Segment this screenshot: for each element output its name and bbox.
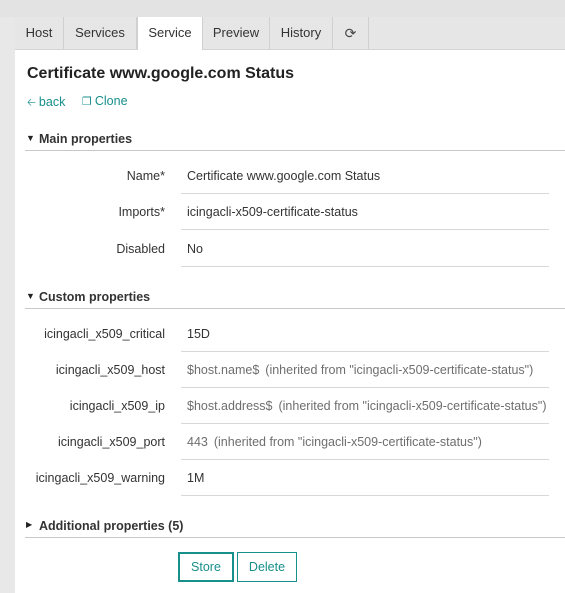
section-main-properties[interactable]: ▼ Main properties <box>25 130 565 151</box>
form-row-x509-critical: icingacli_x509_critical 15D <box>15 317 565 353</box>
clone-link[interactable]: ❐ Clone <box>82 94 128 108</box>
imports-field[interactable]: icingacli-x509-certificate-status <box>181 195 549 230</box>
field-label: icingacli_x509_ip <box>69 399 165 413</box>
tab-preview[interactable]: Preview <box>203 17 270 49</box>
field-label: Imports* <box>118 205 165 219</box>
x509-warning-field[interactable]: 1M <box>181 461 549 496</box>
arrow-left-icon: 🡠 <box>27 97 36 109</box>
tab-service[interactable]: Service <box>137 17 203 50</box>
field-label: Name* <box>126 169 165 183</box>
field-value: $host.name$ <box>187 363 260 377</box>
x509-host-field[interactable]: $host.name$ (inherited from "icingacli-x5… <box>181 353 549 388</box>
delete-button[interactable]: Delete <box>237 552 297 582</box>
caret-right-icon: ▶ <box>26 520 33 529</box>
copy-icon: ❐ <box>82 96 92 108</box>
tab-services[interactable]: Services <box>64 17 137 49</box>
field-label: icingacli_x509_port <box>57 435 165 449</box>
section-label: Additional properties (5) <box>39 519 184 533</box>
caret-down-icon: ▼ <box>26 291 35 301</box>
disabled-select[interactable]: No <box>181 232 549 267</box>
tab-history[interactable]: History <box>270 17 333 49</box>
field-value: 15D <box>187 327 210 341</box>
x509-critical-field[interactable]: 15D <box>181 317 549 352</box>
clone-label: Clone <box>94 94 128 108</box>
inherited-hint: (inherited from "icingacli-x509-certific… <box>213 435 482 449</box>
x509-ip-field[interactable]: $host.address$ (inherited from "icingacli… <box>181 389 549 424</box>
field-label: icingacli_x509_warning <box>35 471 165 485</box>
section-additional-properties[interactable]: ▶ Additional properties (5) <box>25 517 565 538</box>
form-row-disabled: Disabled No <box>15 232 565 268</box>
page-title: Certificate www.google.com Status <box>27 65 295 82</box>
caret-down-icon: ▼ <box>26 133 35 143</box>
back-link[interactable]: 🡠 back <box>27 94 65 113</box>
form-row-x509-port: icingacli_x509_port 443 (inherited from "… <box>15 425 565 461</box>
form-row-imports: Imports* icingacli-x509-certificate-stat… <box>15 195 565 231</box>
field-value: 1M <box>187 471 205 485</box>
section-label: Custom properties <box>39 290 151 304</box>
inherited-hint: (inherited from "icingacli-x509-certific… <box>278 399 547 413</box>
field-value: $host.address$ <box>187 399 273 413</box>
name-field[interactable]: Certificate www.google.com Status <box>181 159 549 194</box>
field-label: icingacli_x509_critical <box>44 327 165 341</box>
section-label: Main properties <box>39 132 133 146</box>
form-row-name: Name* Certificate www.google.com Status <box>15 159 565 195</box>
form-row-x509-warning: icingacli_x509_warning 1M <box>15 461 565 497</box>
tab-bar: Host Services Service Preview History ⟳ <box>15 17 565 50</box>
inherited-hint: (inherited from "icingacli-x509-certific… <box>265 363 534 377</box>
back-label: back <box>38 95 66 109</box>
tab-host[interactable]: Host <box>15 17 64 49</box>
field-value: 443 <box>187 435 208 449</box>
section-custom-properties[interactable]: ▼ Custom properties <box>25 288 565 309</box>
store-button[interactable]: Store <box>178 552 234 582</box>
field-label: icingacli_x509_host <box>55 363 165 377</box>
refresh-icon: ⟳ <box>344 25 357 41</box>
form-row-x509-host: icingacli_x509_host $host.name$ (inherite… <box>15 353 565 389</box>
top-bar <box>0 0 565 17</box>
field-label: Disabled <box>116 242 165 256</box>
x509-port-field[interactable]: 443 (inherited from "icingacli-x509-certi… <box>181 425 549 460</box>
form-row-x509-ip: icingacli_x509_ip $host.address$ (inherit… <box>15 389 565 425</box>
service-panel: Host Services Service Preview History ⟳ … <box>15 17 565 593</box>
tab-refresh[interactable]: ⟳ <box>333 17 369 49</box>
